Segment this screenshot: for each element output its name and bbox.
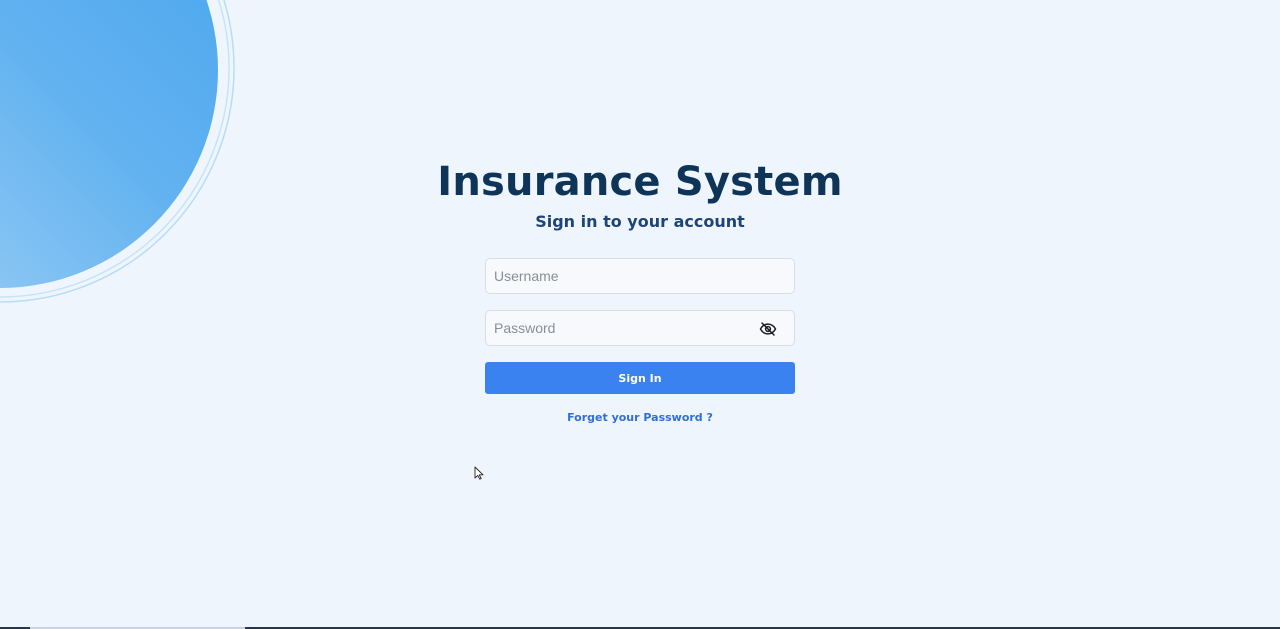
username-field[interactable] [485,258,795,294]
password-field[interactable] [485,310,795,346]
sign-in-button[interactable]: Sign In [485,362,795,394]
page-title: Insurance System [437,159,843,205]
eye-slash-icon[interactable] [759,320,777,338]
mouse-cursor-icon [474,466,484,480]
page-subtitle: Sign in to your account [535,212,745,231]
password-input[interactable] [486,311,794,345]
forgot-password-link[interactable]: Forget your Password ? [567,411,713,424]
login-page: Insurance System Sign in to your account… [0,0,1280,629]
forgot-password-container: Forget your Password ? [0,410,1280,426]
username-input[interactable] [486,259,794,293]
